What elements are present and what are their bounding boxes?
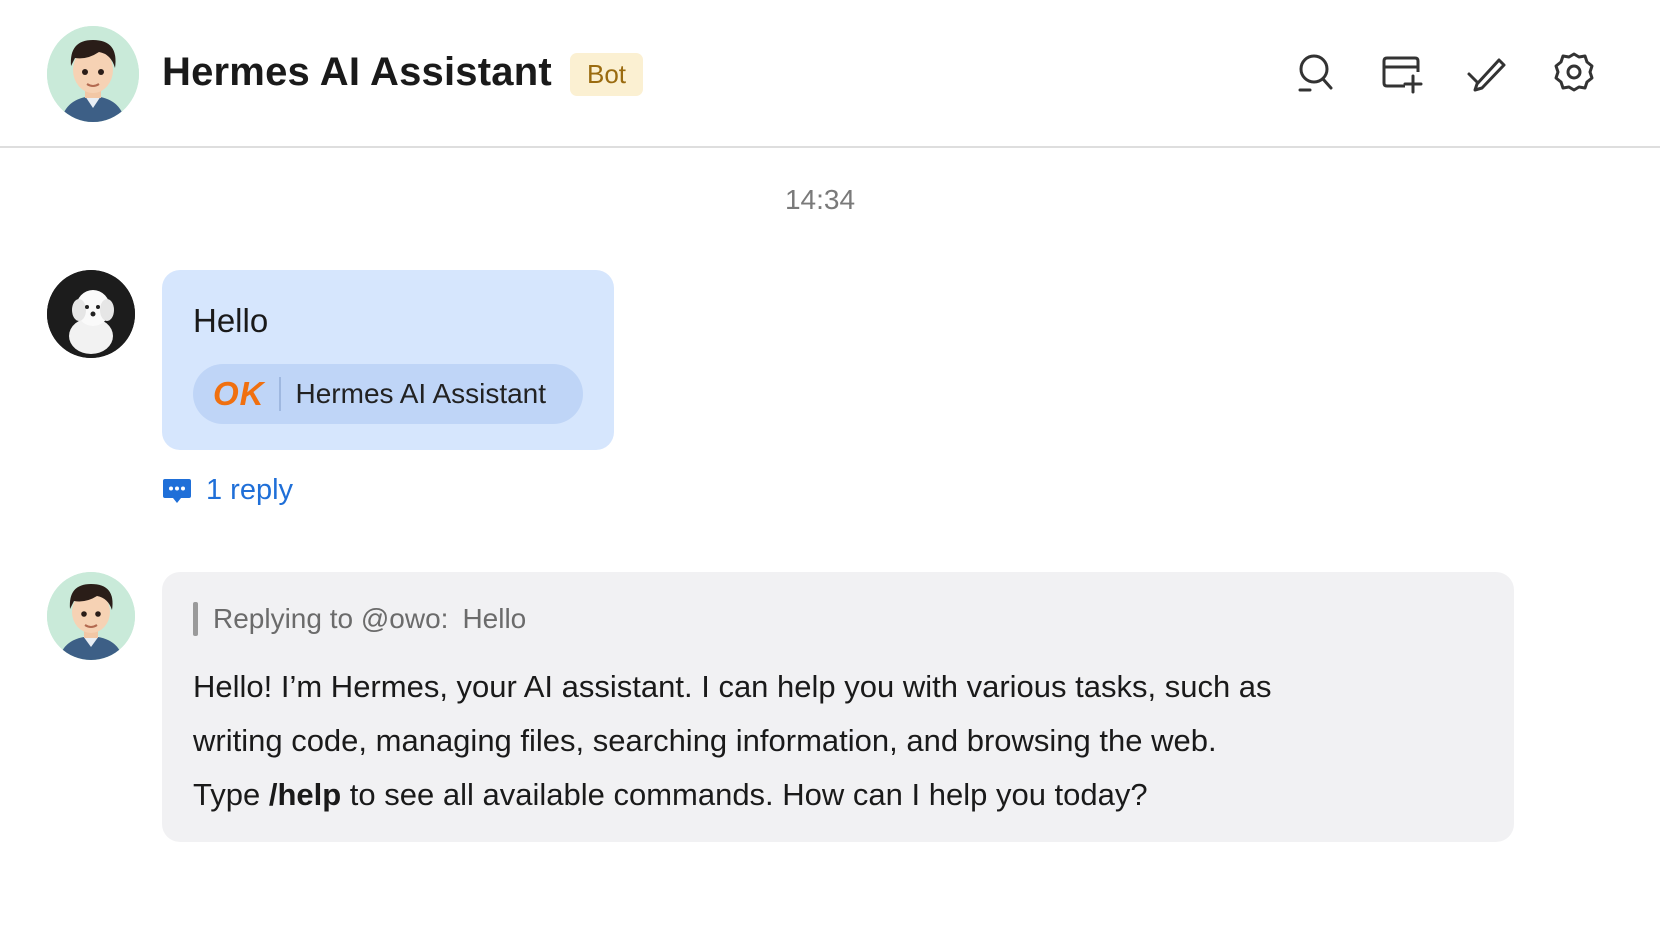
bot-message-text: Hello! I’m Hermes, your AI assistant. I … [193, 660, 1483, 822]
line-suffix: to see all available commands. How can I… [341, 777, 1148, 812]
quote-text: Hello [462, 603, 527, 634]
bot-badge: Bot [570, 53, 643, 96]
thread-reply-link[interactable]: 1 reply [162, 474, 293, 507]
edit-button[interactable] [1463, 48, 1511, 96]
settings-icon [1554, 52, 1594, 92]
bot-message-line: Type /help to see all available commands… [193, 768, 1483, 822]
settings-button[interactable] [1550, 48, 1598, 96]
chat-header: Hermes AI Assistant Bot [0, 0, 1660, 148]
search-button[interactable] [1290, 48, 1338, 96]
line-prefix: Type [193, 777, 269, 812]
search-icon [1298, 54, 1333, 92]
bot-avatar[interactable] [47, 26, 139, 122]
user-message-bubble[interactable]: Hello OK Hermes AI Assistant [162, 270, 614, 450]
edit-icon [1467, 58, 1506, 92]
chat-title: Hermes AI Assistant [162, 50, 552, 94]
bot-message-line: Hello! I’m Hermes, your AI assistant. I … [193, 669, 1272, 704]
reaction-user: Hermes AI Assistant [295, 378, 547, 409]
ok-reaction-emoji: OK [213, 375, 265, 412]
bot-message-line: writing code, managing files, searching … [193, 723, 1217, 758]
bot-message-bubble[interactable]: Replying to @owo: Hello Hello! I’m Herme… [162, 572, 1514, 842]
user-message-text: Hello [193, 302, 269, 339]
reaction-divider [278, 377, 281, 411]
quote-prefix: Replying to @owo: [213, 603, 449, 634]
help-command: /help [268, 777, 342, 812]
new-window-icon [1382, 56, 1423, 94]
quote-bar [193, 602, 198, 636]
reply-quote[interactable]: Replying to @owo: Hello [193, 602, 526, 636]
comment-bubble-icon [163, 478, 191, 503]
user-avatar[interactable] [47, 270, 135, 358]
reply-count: 1 reply [206, 474, 294, 506]
new-window-button[interactable] [1377, 48, 1425, 96]
reaction-chip[interactable]: OK Hermes AI Assistant [193, 364, 583, 424]
bot-message-avatar[interactable] [47, 572, 135, 660]
message-timestamp: 14:34 [784, 184, 856, 215]
